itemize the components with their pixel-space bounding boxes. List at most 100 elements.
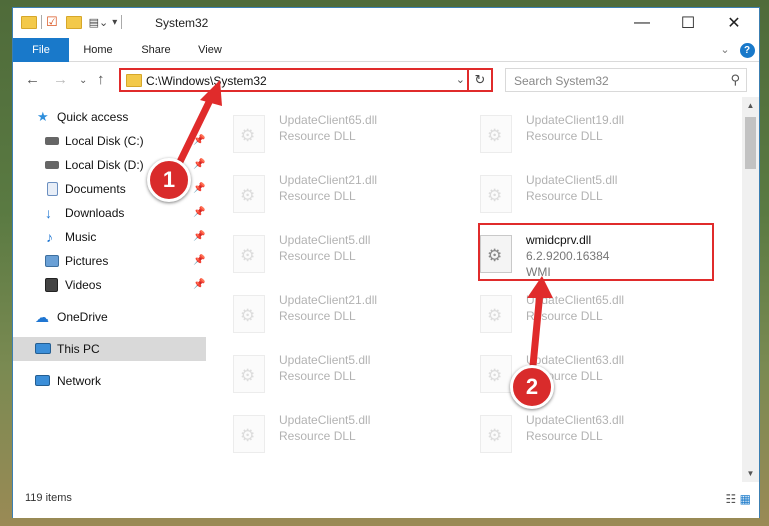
help-icon: ? [739, 43, 755, 58]
maximize-button[interactable]: ☐ [665, 8, 711, 38]
file-item[interactable]: ⚙ UpdateClient5.dll Resource DLL [233, 229, 463, 285]
customize-qat-icon[interactable]: ▤⌄ [89, 16, 109, 29]
file-type: Resource DLL [279, 129, 356, 143]
file-item[interactable]: ⚙ UpdateClient21.dll Resource DLL [233, 169, 463, 225]
sidebar-item-videos[interactable]: Videos 📌 [13, 273, 206, 297]
sidebar-item-quick-access[interactable]: ★ Quick access [13, 105, 206, 129]
file-type: Resource DLL [279, 429, 356, 443]
scroll-down-icon[interactable]: ▼ [742, 469, 759, 478]
dll-file-icon: ⚙ [480, 355, 512, 393]
new-folder-icon[interactable] [65, 15, 82, 29]
file-type: Resource DLL [526, 309, 603, 323]
search-input[interactable]: Search System32 [514, 74, 609, 88]
expand-ribbon-button[interactable]: ⌄ [715, 38, 735, 62]
file-item[interactable]: ⚙ UpdateClient65.dll Resource DLL [233, 109, 463, 165]
qat-dropdown-icon[interactable]: ▾ [112, 17, 117, 28]
tab-view[interactable]: View [187, 38, 233, 62]
scroll-up-icon[interactable]: ▲ [742, 101, 759, 110]
sidebar-item-label: Documents [65, 182, 126, 196]
tab-file[interactable]: File [13, 38, 69, 62]
file-type: Resource DLL [526, 129, 603, 143]
refresh-button[interactable]: ↻ [467, 68, 491, 92]
gear-icon: ⚙ [240, 366, 256, 385]
sidebar-item-label: Pictures [65, 254, 109, 268]
file-item[interactable]: ⚙ UpdateClient65.dll Resource DLL [480, 289, 710, 345]
help-button[interactable]: ? [737, 38, 757, 62]
tab-home[interactable]: Home [73, 38, 123, 62]
navigation-pane: ★ Quick access Local Disk (C:) 📌 Local D… [13, 97, 206, 482]
step-2-badge: 2 [510, 365, 554, 409]
network-icon [35, 375, 50, 386]
sidebar-item-onedrive[interactable]: ☁ OneDrive [13, 305, 206, 329]
address-bar[interactable]: C:\Windows\System32 ⌄ ↻ [119, 68, 493, 92]
address-dropdown-button[interactable]: ⌄ [456, 73, 465, 86]
pin-icon: 📌 [193, 135, 206, 146]
toolbar-separator [121, 15, 123, 29]
sidebar-item-downloads[interactable]: ↓ Downloads 📌 [13, 201, 206, 225]
sidebar-item-label: Videos [65, 278, 102, 292]
details-view-icon[interactable]: ☷ [726, 492, 737, 506]
sidebar-item-label: Downloads [65, 206, 125, 220]
up-button[interactable]: ↑ [97, 71, 105, 88]
file-item[interactable]: ⚙ UpdateClient63.dll Resource DLL [480, 409, 710, 465]
item-count: 119 items [25, 492, 72, 504]
music-icon: ♪ [46, 229, 53, 245]
sidebar-item-this-pc[interactable]: This PC [13, 337, 206, 361]
sidebar-item-label: This PC [57, 342, 100, 356]
forward-button[interactable]: → [53, 71, 68, 88]
file-name: UpdateClient5.dll [279, 353, 371, 367]
dll-file-icon: ⚙ [480, 115, 512, 153]
file-type: Resource DLL [279, 189, 356, 203]
file-name: UpdateClient21.dll [279, 293, 378, 307]
file-item[interactable]: ⚙ UpdateClient19.dll Resource DLL [480, 109, 710, 165]
large-icons-view-icon[interactable]: ▦ [740, 492, 751, 506]
drive-icon [45, 161, 59, 169]
search-icon[interactable]: ⚲ [730, 72, 740, 88]
video-icon [45, 278, 58, 292]
search-box[interactable]: Search System32 ⚲ [505, 68, 747, 92]
file-type: Resource DLL [279, 369, 356, 383]
minimize-button[interactable]: — [619, 8, 665, 38]
star-icon: ★ [37, 109, 49, 124]
pin-icon: 📌 [193, 279, 206, 290]
pin-icon: 📌 [193, 207, 206, 218]
file-item[interactable]: ⚙ UpdateClient5.dll Resource DLL [480, 169, 710, 225]
recent-locations-button[interactable]: ⌄ [79, 75, 87, 86]
sidebar-item-local-disk-c[interactable]: Local Disk (C:) 📌 [13, 129, 206, 153]
sidebar-item-label: Quick access [57, 110, 129, 124]
folder-icon [126, 74, 142, 87]
sidebar-item-label: Network [57, 374, 102, 388]
pin-icon: 📌 [193, 183, 206, 194]
file-item[interactable]: ⚙ UpdateClient5.dll Resource DLL [233, 349, 463, 405]
download-icon: ↓ [45, 205, 52, 221]
address-path[interactable]: C:\Windows\System32 [146, 74, 267, 88]
toolbar-separator [41, 15, 42, 29]
window-title: System32 [155, 16, 209, 30]
scrollbar-thumb[interactable] [745, 117, 756, 169]
sidebar-item-music[interactable]: ♪ Music 📌 [13, 225, 206, 249]
properties-icon[interactable]: ☑ [46, 14, 58, 30]
dll-file-icon: ⚙ [480, 415, 512, 453]
sidebar-item-label: Local Disk (C:) [65, 134, 144, 148]
gear-icon: ⚙ [240, 126, 256, 145]
gear-icon: ⚙ [240, 306, 256, 325]
file-type: Resource DLL [526, 189, 603, 203]
sidebar-item-pictures[interactable]: Pictures 📌 [13, 249, 206, 273]
close-button[interactable]: ✕ [711, 8, 757, 38]
file-name: UpdateClient5.dll [526, 173, 618, 187]
file-item[interactable]: ⚙ UpdateClient5.dll Resource DLL [233, 409, 463, 465]
sidebar-item-label: Local Disk (D:) [65, 158, 144, 172]
file-name: UpdateClient65.dll [279, 113, 378, 127]
back-button[interactable]: ← [25, 71, 40, 88]
highlight-box [478, 223, 714, 281]
dll-file-icon: ⚙ [233, 415, 265, 453]
dll-file-icon: ⚙ [480, 295, 512, 333]
dll-file-icon: ⚙ [233, 175, 265, 213]
tab-share[interactable]: Share [131, 38, 181, 62]
sidebar-item-network[interactable]: Network [13, 369, 206, 393]
vertical-scrollbar[interactable]: ▲ ▼ [742, 97, 759, 482]
drive-icon [45, 137, 59, 145]
pictures-icon [45, 255, 59, 267]
file-type: Resource DLL [279, 309, 356, 323]
file-item[interactable]: ⚙ UpdateClient21.dll Resource DLL [233, 289, 463, 345]
